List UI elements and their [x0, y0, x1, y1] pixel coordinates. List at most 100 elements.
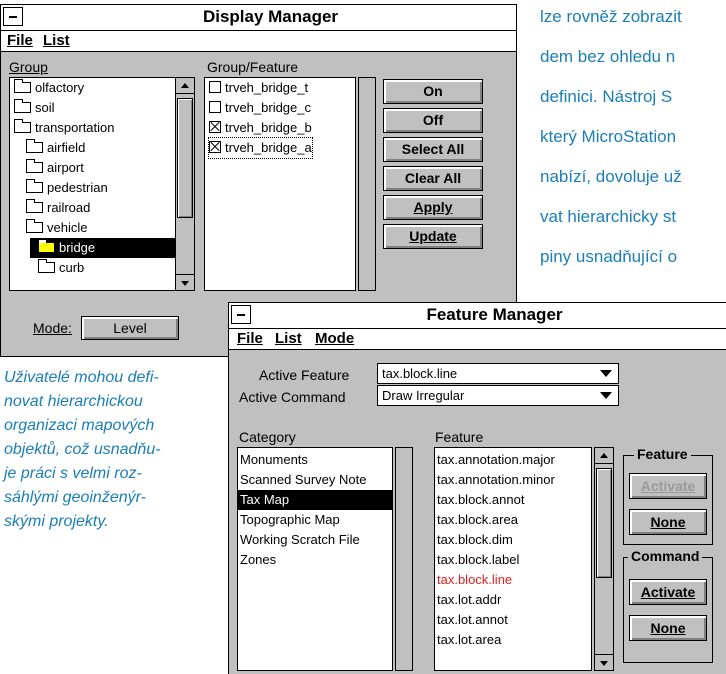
folder-icon — [14, 99, 31, 113]
checkbox-icon[interactable] — [209, 81, 221, 93]
list-item-selected[interactable]: bridge — [30, 238, 194, 258]
select-all-button[interactable]: Select All — [383, 137, 483, 162]
menu-bar: File List — [1, 31, 516, 52]
group-label: Group — [9, 59, 48, 75]
list-item[interactable]: transportation — [14, 118, 115, 138]
off-button[interactable]: Off — [383, 108, 483, 133]
scroll-thumb[interactable] — [177, 98, 193, 218]
list-item[interactable]: tax.block.label — [437, 550, 519, 570]
folder-icon — [26, 159, 43, 173]
command-activate-button[interactable]: Activate — [629, 579, 707, 605]
feature-item[interactable]: trveh_bridge_c — [209, 98, 311, 118]
list-item[interactable]: tax.block.annot — [437, 490, 524, 510]
apply-button[interactable]: Apply — [383, 195, 483, 220]
chevron-down-icon — [600, 370, 612, 377]
list-item[interactable]: airfield — [26, 138, 85, 158]
scroll-up-button[interactable] — [595, 448, 613, 464]
menu-mode[interactable]: Mode — [315, 330, 354, 347]
category-list[interactable]: Monuments Scanned Survey Note Tax Map To… — [237, 447, 393, 671]
list-item[interactable]: airport — [26, 158, 84, 178]
scroll-thumb[interactable] — [596, 468, 612, 578]
category-label: Category — [239, 429, 296, 445]
folder-icon — [14, 79, 31, 93]
list-item[interactable]: Zones — [240, 550, 276, 570]
command-group-label: Command — [628, 548, 703, 564]
caption-line: novat hierarchickou — [4, 393, 143, 410]
folder-icon — [26, 219, 43, 233]
scroll-up-button[interactable] — [176, 78, 194, 94]
list-item[interactable]: olfactory — [14, 78, 84, 98]
active-command-label: Active Command — [239, 389, 346, 405]
feature-scrollbar[interactable] — [594, 447, 614, 671]
group-list[interactable]: olfactory soil transportation airfield a… — [9, 77, 195, 291]
menu-file[interactable]: File — [237, 330, 263, 347]
arrow-up-icon — [181, 82, 189, 88]
list-item-selected[interactable]: Tax Map — [238, 490, 392, 510]
arrow-down-icon — [181, 280, 189, 286]
feature-item[interactable]: trveh_bridge_b — [209, 118, 312, 138]
window-title: Feature Manager — [426, 305, 563, 324]
category-scrollbar[interactable] — [395, 447, 413, 671]
caption-line: Uživatelé mohou defi- — [4, 369, 159, 386]
active-feature-label: Active Feature — [259, 367, 350, 383]
list-item[interactable]: pedestrian — [26, 178, 108, 198]
feature-item[interactable]: trveh_bridge_t — [209, 78, 308, 98]
menu-file[interactable]: File — [7, 32, 33, 49]
folder-icon — [14, 119, 31, 133]
group-scrollbar[interactable] — [175, 77, 195, 291]
article-line: definici. Nástroj S — [540, 87, 673, 106]
title-bar: Display Manager — [1, 5, 516, 31]
menu-list[interactable]: List — [275, 330, 302, 347]
article-line: dem bez ohledu n — [540, 47, 676, 66]
list-item[interactable]: Topographic Map — [240, 510, 340, 530]
scroll-down-button[interactable] — [595, 654, 613, 670]
feature-activate-button[interactable]: Activate — [629, 473, 707, 499]
arrow-up-icon — [600, 452, 608, 458]
list-item[interactable]: curb — [38, 258, 84, 278]
caption-line: objektů, což usnadňu- — [4, 441, 161, 458]
list-item[interactable]: tax.lot.area — [437, 630, 501, 650]
scroll-down-button[interactable] — [176, 274, 194, 290]
folder-icon — [38, 259, 55, 273]
list-item[interactable]: tax.annotation.minor — [437, 470, 555, 490]
caption-line: organizaci mapových — [4, 417, 155, 434]
open-folder-icon — [38, 239, 55, 253]
menu-bar: File List Mode — [229, 329, 726, 350]
list-item[interactable]: vehicle — [26, 218, 87, 238]
list-item[interactable]: railroad — [26, 198, 90, 218]
active-feature-dropdown[interactable]: tax.block.line — [377, 363, 619, 384]
update-button[interactable]: Update — [383, 224, 483, 249]
feature-item-focused[interactable]: trveh_bridge_a — [208, 137, 313, 159]
article-line: piny usnadňující o — [540, 247, 678, 266]
list-item[interactable]: Working Scratch File — [240, 530, 360, 550]
feature-none-button[interactable]: None — [629, 509, 707, 535]
list-item[interactable]: tax.lot.addr — [437, 590, 501, 610]
checked-checkbox-icon[interactable] — [209, 141, 221, 153]
checkbox-icon[interactable] — [209, 101, 221, 113]
checked-checkbox-icon[interactable] — [209, 121, 221, 133]
folder-icon — [26, 139, 43, 153]
system-menu-icon[interactable] — [3, 7, 23, 26]
list-item[interactable]: tax.block.dim — [437, 530, 513, 550]
list-item[interactable]: Scanned Survey Note — [240, 470, 366, 490]
list-item[interactable]: tax.block.area — [437, 510, 518, 530]
caption-line: skými projekty. — [4, 513, 109, 530]
feature-list[interactable]: tax.annotation.major tax.annotation.mino… — [434, 447, 592, 671]
mode-button[interactable]: Level — [81, 316, 179, 340]
group-feature-list[interactable]: trveh_bridge_t trveh_bridge_c trveh_brid… — [204, 77, 356, 291]
list-item[interactable]: tax.annotation.major — [437, 450, 555, 470]
list-item[interactable]: tax.lot.annot — [437, 610, 508, 630]
system-menu-icon[interactable] — [231, 305, 251, 324]
title-bar: Feature Manager — [229, 303, 726, 329]
article-line: lze rovněž zobrazit — [540, 7, 682, 26]
feature-manager-window: Feature Manager File List Mode Active Fe… — [228, 302, 726, 674]
active-command-dropdown[interactable]: Draw Irregular — [377, 385, 619, 406]
command-none-button[interactable]: None — [629, 615, 707, 641]
menu-list[interactable]: List — [43, 32, 70, 49]
list-item[interactable]: soil — [14, 98, 55, 118]
list-item[interactable]: Monuments — [240, 450, 308, 470]
feature-scrollbar[interactable] — [358, 77, 376, 291]
clear-all-button[interactable]: Clear All — [383, 166, 483, 191]
on-button[interactable]: On — [383, 79, 483, 104]
list-item-active[interactable]: tax.block.line — [437, 570, 512, 590]
